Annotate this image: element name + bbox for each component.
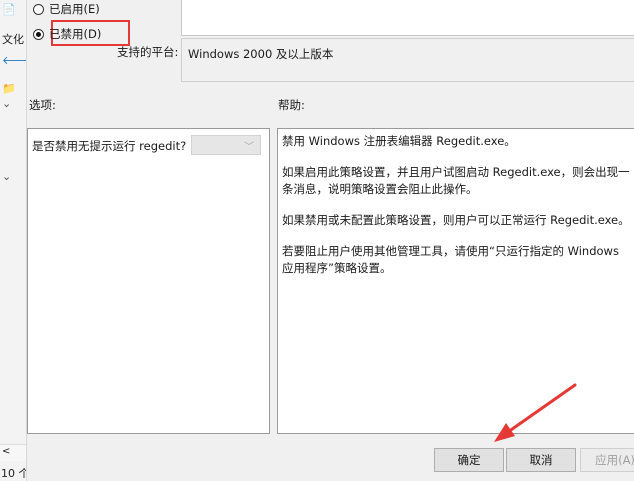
help-paragraph: 禁用 Windows 注册表编辑器 Regedit.exe。 [282,134,516,148]
help-text: 禁用 Windows 注册表编辑器 Regedit.exe。 如果启用此策略设置… [282,133,632,291]
scroll-left-icon[interactable]: < [2,446,10,457]
radio-button[interactable] [33,3,44,15]
chevron-down-icon: ﹀ [244,142,254,153]
help-label: 帮助: [278,98,305,112]
option-question-label: 是否禁用无提示运行 regedit? [32,139,187,153]
folder-icon: 📁 [2,82,16,95]
radio-button-checked[interactable] [33,28,44,40]
status-bar: 10 个 [0,462,30,481]
policy-settings-dialog: 已启用(E) 已禁用(D) 支持的平台: Windows 2000 及以上版本 … [26,0,634,481]
supported-platform-label: 支持的平台: [117,45,179,59]
help-paragraph: 若要阻止用户使用其他管理工具，请使用“只运行指定的 Windows 应用程序”策… [282,244,619,275]
help-paragraph: 如果禁用或未配置此策略设置，则用户可以正常运行 Regedit.exe。 [282,213,630,227]
options-pane: 是否禁用无提示运行 regedit? ﹀ [27,128,270,434]
background-editor-strip: 📄 文化 🡐 ⌄ 📁 ⌄ < 10 个 [0,0,32,481]
help-pane: 禁用 Windows 注册表编辑器 Regedit.exe。 如果启用此策略设置… [277,128,634,434]
option-dropdown[interactable]: ﹀ [191,135,261,155]
chevron-down-icon[interactable]: ⌄ [2,170,11,183]
ok-button[interactable]: 确定 [434,448,504,472]
radio-disabled-label: 已禁用(D) [49,27,102,41]
menu-file-fragment[interactable]: 文化 [2,31,24,47]
apply-button[interactable]: 应用(A) [580,448,634,472]
radio-enabled-label: 已启用(E) [49,2,100,16]
supported-platform-box: Windows 2000 及以上版本 [181,38,634,82]
chevron-down-icon[interactable]: ⌄ [2,97,11,110]
supported-platform-value: Windows 2000 及以上版本 [188,47,334,61]
radio-disabled[interactable]: 已禁用(D) [33,26,101,42]
help-paragraph: 如果启用此策略设置，并且用户试图启动 Regedit.exe，则会出现一条消息，… [282,165,630,196]
horizontal-scrollbar[interactable]: < [0,444,26,461]
cancel-button[interactable]: 取消 [506,448,576,472]
policy-icon: 📄 [2,3,16,16]
radio-enabled[interactable]: 已启用(E) [33,1,100,17]
comment-textarea[interactable] [181,0,634,36]
options-label: 选项: [29,98,56,112]
